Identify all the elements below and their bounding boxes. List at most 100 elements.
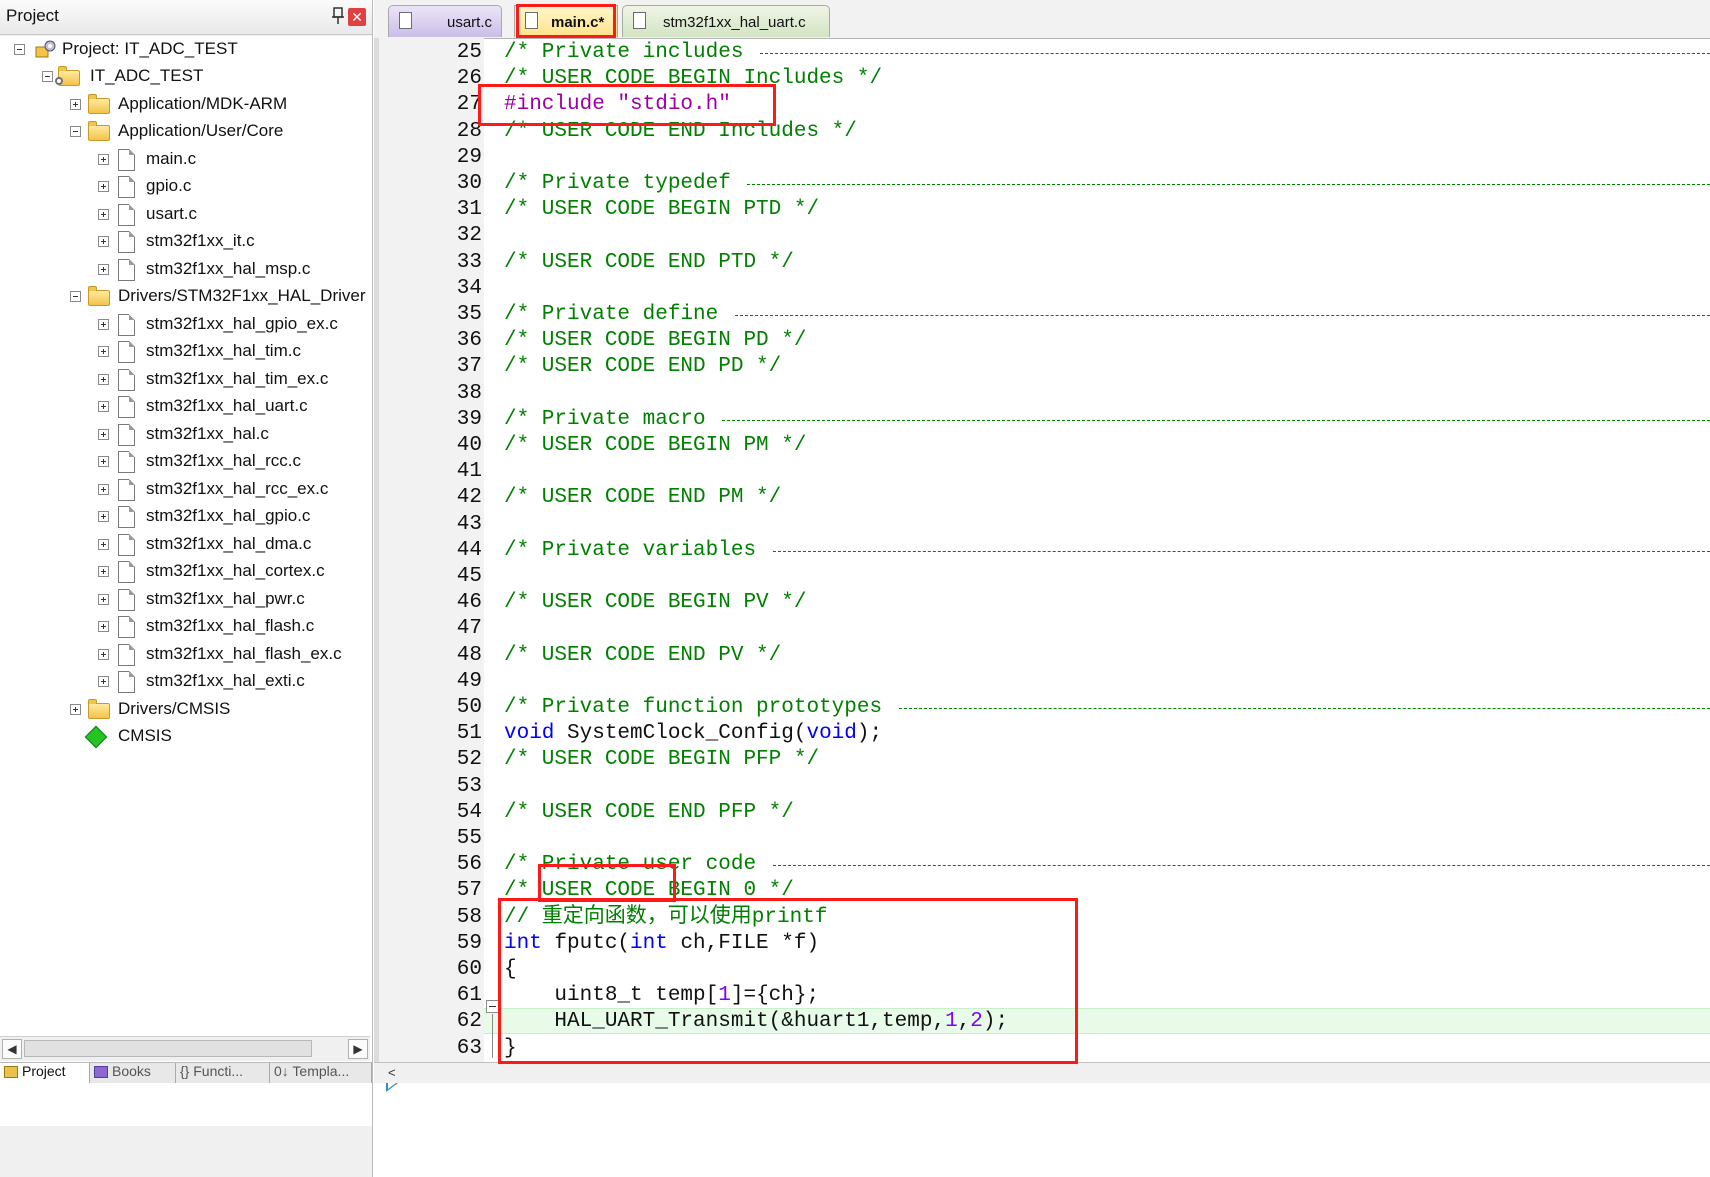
- tree-item[interactable]: stm32f1xx_hal_flash.c: [0, 613, 372, 641]
- expand-icon[interactable]: [98, 621, 109, 632]
- tree-item[interactable]: IT_ADC_TEST: [0, 63, 372, 91]
- close-icon[interactable]: ✕: [348, 8, 366, 26]
- scroll-left-arrow-icon[interactable]: ◀: [2, 1039, 22, 1059]
- expand-icon[interactable]: [98, 319, 109, 330]
- expand-icon[interactable]: [98, 456, 109, 467]
- file-icon: [399, 12, 412, 29]
- code-area[interactable]: 25 26 27 28 29 30 31 32 33 34 35 36 37 38 39 40 41 42 43 44…: [374, 38, 1710, 1092]
- code-line: int fputc(int ch,FILE *f): [504, 932, 820, 955]
- tree-item-label: stm32f1xx_hal_uart.c: [146, 396, 308, 415]
- fold-guide: [492, 1014, 493, 1058]
- project-tab-icon: [4, 1066, 18, 1079]
- expand-icon[interactable]: [70, 704, 81, 715]
- scroll-left-arrow-icon[interactable]: <: [388, 1065, 396, 1080]
- target-folder-icon: [55, 66, 80, 86]
- scroll-thumb[interactable]: [24, 1040, 312, 1057]
- fold-collapse-icon[interactable]: [486, 1000, 499, 1013]
- expand-icon[interactable]: [98, 649, 109, 660]
- tab-usart-c[interactable]: usart.c: [388, 5, 502, 37]
- editor-horizontal-scrollbar[interactable]: <: [374, 1062, 1710, 1083]
- tree-item[interactable]: gpio.c: [0, 173, 372, 201]
- expand-icon[interactable]: [98, 209, 109, 220]
- file-icon: [118, 506, 135, 528]
- file-icon: [118, 176, 135, 198]
- file-icon: [118, 451, 135, 473]
- tree-item[interactable]: stm32f1xx_hal_flash_ex.c: [0, 641, 372, 669]
- tree-item[interactable]: Application/MDK-ARM: [0, 91, 372, 119]
- tab-functions[interactable]: {} Functi...: [176, 1063, 270, 1083]
- code-line: /* USER CODE BEGIN PV */: [504, 591, 807, 614]
- tab-project[interactable]: Project: [0, 1063, 90, 1083]
- expand-icon[interactable]: [98, 539, 109, 550]
- tree-item[interactable]: Drivers/CMSIS: [0, 696, 372, 724]
- tab-stm32f1xx-hal-uart-c[interactable]: stm32f1xx_hal_uart.c: [622, 5, 830, 37]
- tree-item[interactable]: main.c: [0, 146, 372, 174]
- tree-item[interactable]: Project: IT_ADC_TEST: [0, 36, 372, 64]
- horizontal-scrollbar[interactable]: ◀ ▶: [0, 1036, 370, 1061]
- tree-item[interactable]: stm32f1xx_it.c: [0, 228, 372, 256]
- comment-dash-rule: [747, 184, 1710, 185]
- tree-item[interactable]: stm32f1xx_hal.c: [0, 421, 372, 449]
- expand-icon[interactable]: [98, 154, 109, 165]
- line-number: 39: [456, 408, 482, 431]
- tree-item[interactable]: CMSIS: [0, 723, 372, 751]
- expand-icon[interactable]: [70, 99, 81, 110]
- expand-icon[interactable]: [98, 374, 109, 385]
- tab-functions-label: {} Functi...: [180, 1063, 244, 1079]
- expand-icon[interactable]: [98, 181, 109, 192]
- expand-icon[interactable]: [98, 566, 109, 577]
- tree-item[interactable]: stm32f1xx_hal_tim_ex.c: [0, 366, 372, 394]
- file-icon: [118, 396, 135, 418]
- tree-item[interactable]: Application/User/Core: [0, 118, 372, 146]
- tab-templates[interactable]: 0↓ Templa...: [270, 1063, 372, 1083]
- tree-item[interactable]: stm32f1xx_hal_gpio.c: [0, 503, 372, 531]
- tree-item[interactable]: stm32f1xx_hal_rcc.c: [0, 448, 372, 476]
- expand-icon[interactable]: [98, 676, 109, 687]
- tab-main-c[interactable]: main.c*: [514, 5, 618, 37]
- tree-item[interactable]: stm32f1xx_hal_exti.c: [0, 668, 372, 696]
- project-icon: [34, 39, 58, 61]
- expand-icon[interactable]: [98, 594, 109, 605]
- tree-item[interactable]: stm32f1xx_hal_pwr.c: [0, 586, 372, 614]
- line-number: 34: [456, 277, 482, 300]
- collapse-icon[interactable]: [42, 71, 53, 82]
- code-line: /* USER CODE END PTD */: [504, 251, 794, 274]
- expand-icon[interactable]: [98, 511, 109, 522]
- tree-item[interactable]: stm32f1xx_hal_msp.c: [0, 256, 372, 284]
- expand-icon[interactable]: [98, 346, 109, 357]
- tab-books[interactable]: Books: [90, 1063, 176, 1083]
- tab-usart-c-label: usart.c: [447, 14, 493, 31]
- file-icon: [118, 149, 135, 171]
- tab-project-label: Project: [22, 1063, 66, 1079]
- tree-item[interactable]: stm32f1xx_hal_cortex.c: [0, 558, 372, 586]
- tree-item[interactable]: stm32f1xx_hal_dma.c: [0, 531, 372, 559]
- expand-icon[interactable]: [98, 484, 109, 495]
- file-icon: [118, 424, 135, 446]
- code-line: /* Private includes: [504, 40, 1710, 66]
- tree-item[interactable]: usart.c: [0, 201, 372, 229]
- file-icon: [118, 259, 135, 281]
- code-line: /* USER CODE BEGIN PTD */: [504, 198, 820, 221]
- collapse-icon[interactable]: [14, 44, 25, 55]
- tree-item[interactable]: Drivers/STM32F1xx_HAL_Driver: [0, 283, 372, 311]
- code-line: /* Private typedef: [504, 171, 1710, 197]
- collapse-icon[interactable]: [70, 126, 81, 137]
- file-icon: [118, 341, 135, 363]
- expand-icon[interactable]: [98, 401, 109, 412]
- collapse-icon[interactable]: [70, 291, 81, 302]
- expand-icon[interactable]: [98, 429, 109, 440]
- scroll-right-arrow-icon[interactable]: ▶: [348, 1039, 368, 1059]
- tree-item-label: Project: IT_ADC_TEST: [62, 39, 238, 58]
- expand-icon[interactable]: [98, 264, 109, 275]
- line-number: 44: [456, 539, 482, 562]
- tree-item[interactable]: stm32f1xx_hal_uart.c: [0, 393, 372, 421]
- pin-icon[interactable]: [330, 6, 346, 26]
- tree-item[interactable]: stm32f1xx_hal_gpio_ex.c: [0, 311, 372, 339]
- tree-item[interactable]: stm32f1xx_hal_tim.c: [0, 338, 372, 366]
- expand-icon[interactable]: [98, 236, 109, 247]
- line-number: 30: [456, 172, 482, 195]
- tree-item[interactable]: stm32f1xx_hal_rcc_ex.c: [0, 476, 372, 504]
- tree-item-label: stm32f1xx_hal_pwr.c: [146, 589, 305, 608]
